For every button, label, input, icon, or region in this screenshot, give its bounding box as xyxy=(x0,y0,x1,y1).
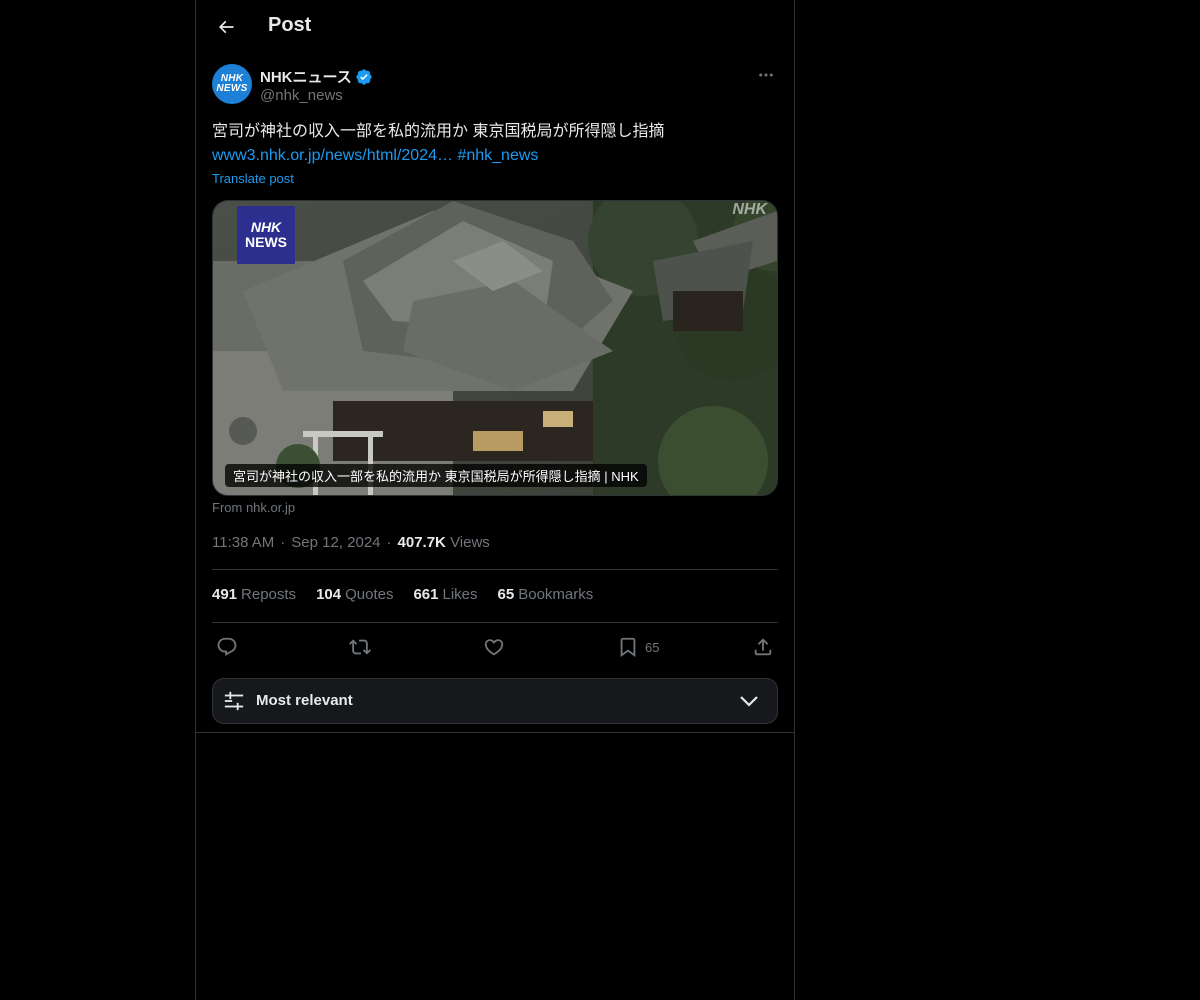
post-text: 宮司が神社の収入一部を私的流用か 東京国税局が所得隠し指摘 www3.nhk.o… xyxy=(212,120,778,168)
divider xyxy=(212,622,778,623)
meta-separator: · xyxy=(386,534,392,551)
author-name[interactable]: NHKニュース xyxy=(260,66,352,87)
bookmark-count: 65 xyxy=(645,639,660,655)
more-options-button[interactable] xyxy=(754,64,778,86)
views-label: Views xyxy=(450,534,490,551)
reply-icon xyxy=(217,637,237,656)
stat-quotes[interactable]: 104 Quotes xyxy=(316,586,393,603)
views-count: 407.7K xyxy=(397,534,446,551)
avatar[interactable]: NHK NEWS xyxy=(212,64,252,104)
bookmark-icon xyxy=(620,637,636,658)
post-date[interactable]: Sep 12, 2024 xyxy=(291,534,380,551)
like-button[interactable] xyxy=(483,634,505,660)
page-header: Post xyxy=(196,0,794,54)
bookmark-button[interactable]: 65 xyxy=(617,634,659,660)
more-dots-icon xyxy=(759,73,773,77)
share-icon xyxy=(754,638,772,656)
divider xyxy=(212,569,778,570)
post-link[interactable]: www3.nhk.or.jp/news/html/2024… xyxy=(212,147,453,164)
author-handle[interactable]: @nhk_news xyxy=(260,87,343,104)
repost-button[interactable] xyxy=(349,634,371,660)
repost-icon xyxy=(349,639,371,655)
post-hashtag[interactable]: #nhk_news xyxy=(457,147,538,164)
card-caption: 宮司が神社の収入一部を私的流用か 東京国税局が所得隠し指摘 | NHK xyxy=(225,464,647,487)
reply-button[interactable] xyxy=(216,634,238,660)
stat-likes[interactable]: 661 Likes xyxy=(413,586,477,603)
heart-icon xyxy=(484,639,504,656)
filter-sliders-icon xyxy=(224,691,244,711)
share-button[interactable] xyxy=(752,634,774,660)
sort-label: Most relevant xyxy=(256,692,353,709)
author-name-row[interactable]: NHKニュース xyxy=(260,66,373,87)
back-button[interactable] xyxy=(208,9,244,45)
views: 407.7K Views xyxy=(398,534,490,551)
chevron-down-icon xyxy=(740,696,758,707)
main-column: Post NHK NEWS NHKニュース @nhk_news 宮司が神社の収入… xyxy=(195,0,795,1000)
translate-post-link[interactable]: Translate post xyxy=(212,171,294,186)
stat-bookmarks[interactable]: 65 Bookmarks xyxy=(498,586,594,603)
stat-reposts[interactable]: 491 Reposts xyxy=(212,586,296,603)
post-body: 宮司が神社の収入一部を私的流用か 東京国税局が所得隠し指摘 xyxy=(212,123,665,140)
post-actions: 65 xyxy=(212,634,778,660)
nhk-news-logo: NHK NEWS xyxy=(237,206,295,264)
meta-separator: · xyxy=(280,534,286,551)
link-card[interactable]: NHK NEWS NHK 宮司が神社の収入一部を私的流用か 東京国税局が所得隠し… xyxy=(212,200,778,496)
post-time[interactable]: 11:38 AM xyxy=(212,534,274,551)
page-title: Post xyxy=(268,14,312,36)
post-meta: 11:38 AM · Sep 12, 2024 · 407.7K Views xyxy=(212,534,490,551)
verified-badge-icon[interactable] xyxy=(355,68,373,86)
post-stats: 491 Reposts 104 Quotes 661 Likes 65 Bookmark… xyxy=(212,586,593,603)
sort-replies-dropdown[interactable]: Most relevant xyxy=(212,678,778,724)
card-source[interactable]: From nhk.or.jp xyxy=(212,500,295,515)
arrow-left-icon xyxy=(218,20,234,34)
nhk-watermark: NHK xyxy=(732,201,767,218)
shrine-photo xyxy=(213,201,777,495)
avatar-logo: NHK NEWS xyxy=(216,73,248,94)
divider xyxy=(196,732,794,733)
